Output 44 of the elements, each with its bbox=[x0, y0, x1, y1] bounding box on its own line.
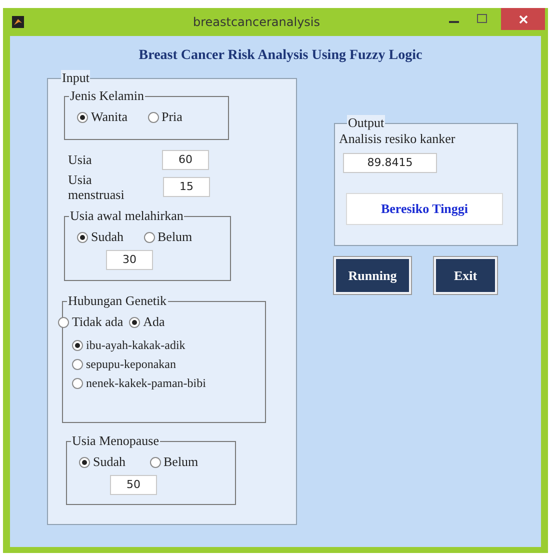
radio-button[interactable] bbox=[150, 456, 160, 468]
radio-option[interactable]: Sudah bbox=[79, 454, 126, 470]
radio-button[interactable] bbox=[77, 112, 88, 122]
risk-label: Analisis resiko kanker bbox=[339, 131, 456, 147]
radio-button[interactable] bbox=[144, 232, 154, 242]
menstruation-age-field[interactable]: 15 bbox=[163, 177, 210, 197]
radio-option[interactable]: Belum bbox=[150, 454, 198, 470]
radio-option[interactable]: Belum bbox=[144, 229, 192, 245]
radio-button[interactable] bbox=[77, 232, 88, 242]
running-button[interactable]: Running bbox=[334, 257, 411, 294]
first-birth-age-field[interactable]: 30 bbox=[106, 250, 153, 270]
radio-option[interactable]: Wanita bbox=[77, 109, 128, 125]
group-title: Hubungan Genetik bbox=[67, 293, 168, 309]
menstruation-age-label: Usia menstruasi bbox=[67, 172, 126, 202]
radio-button[interactable] bbox=[72, 378, 83, 389]
panel-title: Input bbox=[61, 70, 90, 86]
exit-button[interactable]: Exit bbox=[434, 257, 497, 294]
radio-option[interactable]: Sudah bbox=[77, 229, 124, 245]
app-heading: Breast Cancer Risk Analysis Using Fuzzy Logic bbox=[138, 48, 424, 64]
menopause-age-field[interactable]: 50 bbox=[110, 475, 157, 495]
radio-option[interactable]: Ada bbox=[129, 314, 165, 330]
radio-button[interactable] bbox=[72, 340, 83, 351]
radio-option[interactable]: nenek-kakek-paman-bibi bbox=[72, 376, 265, 391]
close-icon bbox=[518, 14, 528, 24]
radio-button[interactable] bbox=[72, 359, 83, 370]
app-icon bbox=[12, 16, 24, 28]
group-title: Usia Menopause bbox=[71, 433, 160, 449]
radio-option[interactable]: sepupu-keponakan bbox=[72, 357, 265, 372]
radio-button[interactable] bbox=[79, 456, 90, 468]
window-title: breastcanceranalysis bbox=[192, 15, 322, 29]
close-button[interactable] bbox=[501, 8, 545, 30]
radio-button[interactable] bbox=[58, 316, 69, 328]
risk-result: Beresiko Tinggi bbox=[346, 193, 503, 225]
radio-option[interactable]: Pria bbox=[148, 109, 182, 125]
risk-value-field: 89.8415 bbox=[343, 153, 437, 173]
maximize-icon[interactable] bbox=[477, 14, 487, 23]
radio-button[interactable] bbox=[148, 112, 158, 122]
age-label: Usia bbox=[67, 152, 93, 168]
radio-button[interactable] bbox=[129, 316, 140, 328]
radio-option[interactable]: ibu-ayah-kakak-adik bbox=[72, 338, 265, 353]
age-field[interactable]: 60 bbox=[162, 150, 209, 170]
minimize-icon[interactable] bbox=[449, 20, 459, 24]
radio-option[interactable]: Tidak ada bbox=[58, 314, 124, 330]
panel-title: Output bbox=[347, 115, 386, 131]
